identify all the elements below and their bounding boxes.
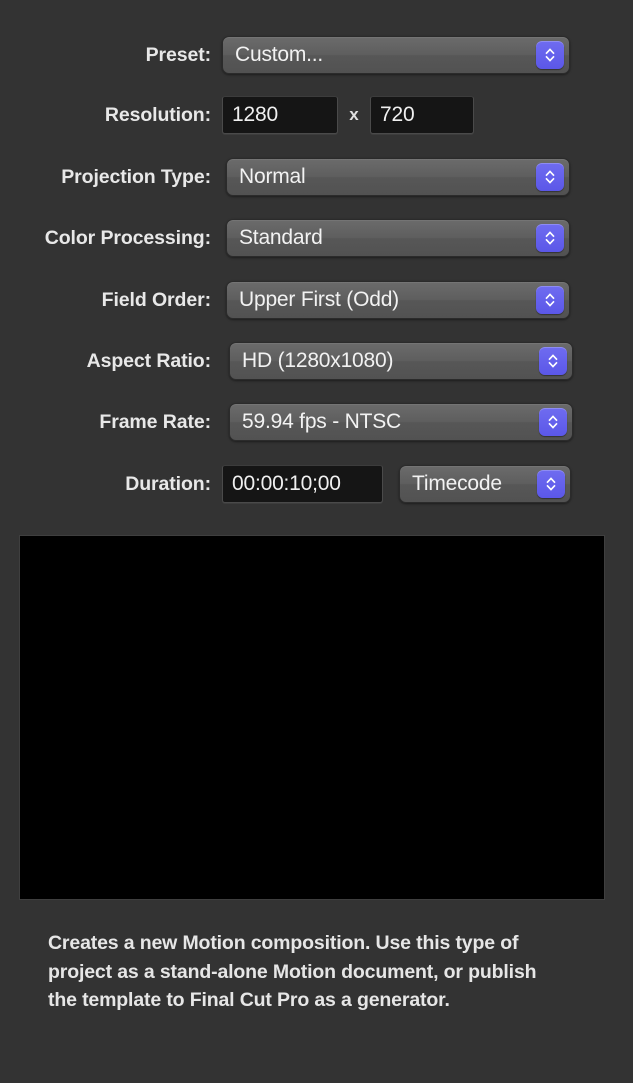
projection-type-value: Normal — [239, 165, 306, 188]
frame-rate-label: Frame Rate: — [99, 410, 211, 433]
chevron-up-down-icon[interactable] — [539, 347, 567, 375]
color-processing-label: Color Processing: — [44, 226, 211, 249]
chevron-up-down-icon[interactable] — [536, 41, 564, 69]
resolution-control: 1280 x 720 — [222, 96, 474, 134]
form-row-aspect-ratio: Aspect Ratio: HD (1280x1080) — [0, 342, 633, 380]
frame-rate-popup-button[interactable]: 59.94 fps - NTSC — [229, 403, 573, 441]
resolution-height-input[interactable]: 720 — [370, 96, 474, 134]
field-order-control: Upper First (Odd) — [226, 281, 570, 319]
duration-control: 00:00:10;00 Timecode — [222, 465, 571, 503]
project-preview — [19, 535, 605, 900]
color-processing-popup-button[interactable]: Standard — [226, 219, 570, 257]
duration-unit-value: Timecode — [412, 472, 502, 495]
color-processing-control: Standard — [226, 219, 570, 257]
frame-rate-control: 59.94 fps - NTSC — [229, 403, 573, 441]
resolution-separator: x — [349, 105, 359, 124]
preset-control: Custom... — [222, 36, 570, 74]
duration-timecode-input[interactable]: 00:00:10;00 — [222, 465, 383, 503]
aspect-ratio-control: HD (1280x1080) — [229, 342, 573, 380]
field-order-value: Upper First (Odd) — [239, 288, 399, 311]
duration-timecode-value: 00:00:10;00 — [232, 472, 341, 495]
frame-rate-value: 59.94 fps - NTSC — [242, 410, 402, 433]
form-row-duration: Duration: 00:00:10;00 Timecode — [0, 465, 633, 503]
form-row-resolution: Resolution: 1280 x 720 — [0, 96, 633, 134]
project-description: Creates a new Motion composition. Use th… — [48, 932, 537, 1011]
resolution-height-value: 720 — [380, 103, 415, 126]
duration-label: Duration: — [125, 472, 211, 495]
preset-value: Custom... — [235, 43, 324, 66]
duration-unit-popup-button[interactable]: Timecode — [399, 465, 571, 503]
resolution-width-input[interactable]: 1280 — [222, 96, 338, 134]
resolution-width-value: 1280 — [232, 103, 278, 126]
form-row-frame-rate: Frame Rate: 59.94 fps - NTSC — [0, 403, 633, 441]
chevron-up-down-icon[interactable] — [537, 470, 565, 498]
chevron-up-down-icon[interactable] — [536, 286, 564, 314]
form-row-field-order: Field Order: Upper First (Odd) — [0, 281, 633, 319]
chevron-up-down-icon[interactable] — [536, 163, 564, 191]
form-row-color-processing: Color Processing: Standard — [0, 219, 633, 257]
field-order-popup-button[interactable]: Upper First (Odd) — [226, 281, 570, 319]
color-processing-value: Standard — [239, 226, 323, 249]
projection-type-control: Normal — [226, 158, 570, 196]
aspect-ratio-label: Aspect Ratio: — [86, 349, 211, 372]
field-order-label: Field Order: — [101, 288, 211, 311]
aspect-ratio-value: HD (1280x1080) — [242, 349, 394, 372]
chevron-up-down-icon[interactable] — [539, 408, 567, 436]
new-project-settings-panel: Preset: Custom... Resolution: 1280 x 720… — [0, 0, 633, 1083]
preset-label: Preset: — [145, 43, 212, 66]
projection-type-label: Projection Type: — [61, 165, 211, 188]
projection-type-popup-button[interactable]: Normal — [226, 158, 570, 196]
aspect-ratio-popup-button[interactable]: HD (1280x1080) — [229, 342, 573, 380]
form-row-preset: Preset: Custom... — [0, 36, 633, 74]
form-row-projection-type: Projection Type: Normal — [0, 158, 633, 196]
chevron-up-down-icon[interactable] — [536, 224, 564, 252]
preset-popup-button[interactable]: Custom... — [222, 36, 570, 74]
resolution-label: Resolution: — [104, 103, 211, 126]
